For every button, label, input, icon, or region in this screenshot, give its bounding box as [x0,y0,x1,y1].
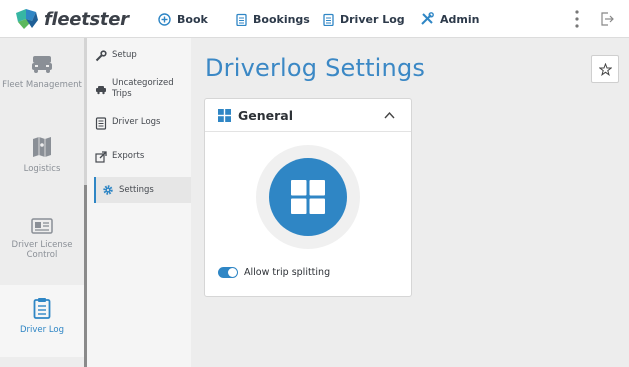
card-header[interactable]: General [205,99,411,132]
cars-icon [32,56,52,73]
subnav-item-exports[interactable]: Exports [94,151,191,163]
nav-driver-log[interactable]: Driver Log [323,10,405,28]
page-title: Driverlog Settings [205,54,426,82]
brand-logo[interactable]: fleetster [14,7,129,31]
nav-book[interactable]: Book [158,10,208,28]
document-icon [95,117,107,130]
grid-icon [291,180,325,214]
sidebar-item-fleet-management[interactable]: Fleet Management [0,54,84,114]
nav-book-label: Book [177,12,208,26]
subnav-item-uncategorized-trips[interactable]: Uncategorized Trips [94,78,191,100]
chevron-up-icon[interactable] [384,111,395,119]
subnav-item-driver-logs[interactable]: Driver Logs [94,117,191,130]
clipboard-icon [236,13,247,26]
sidebar-item-driver-log[interactable]: Driver Log [0,285,84,357]
clipboard-icon [323,13,334,26]
subnav-item-label: Uncategorized Trips [112,78,174,99]
toggle-knob [228,268,237,277]
sidebar-item-label: Logistics [23,164,61,174]
sidebar-item-label: Driver Log [19,325,65,335]
module-icon-badge [269,158,347,236]
tools-icon [421,12,434,25]
export-icon [95,151,107,163]
subnav-item-label: Driver Logs [112,117,161,127]
nav-driver-log-label: Driver Log [340,12,405,26]
map-icon [33,137,51,157]
plus-circle-icon [158,12,171,26]
subnav-item-label: Setup [112,50,137,60]
sub-navigation: Setup Uncategorized Trips Driver Logs Ex… [87,38,191,367]
general-settings-card: General Allow trip splitting [204,98,412,297]
wrench-icon [95,50,107,62]
fleetster-logo-icon [14,7,40,31]
subnav-item-settings[interactable]: Settings [94,177,191,203]
sidebar-item-label: Fleet Management [2,80,82,90]
gear-icon [103,185,113,195]
card-title: General [238,108,293,123]
subnav-item-label: Exports [112,151,145,161]
top-navigation-bar: fleetster Book Bookings Driver Log Admin [0,0,629,38]
star-icon [598,62,612,76]
allow-trip-splitting-toggle[interactable] [218,267,238,278]
main-sidebar: Fleet Management Logistics Driver Licens… [0,38,84,367]
grid-icon [218,109,231,122]
id-card-icon [31,218,53,234]
kebab-menu-icon[interactable] [572,9,582,29]
subnav-item-label: Settings [119,184,154,195]
sidebar-item-driver-license-control[interactable]: Driver License Control [0,218,84,278]
clipboard-icon [33,298,51,319]
nav-admin[interactable]: Admin [420,10,479,28]
car-question-icon [96,86,106,95]
brand-name: fleetster [44,8,129,30]
favorite-button[interactable] [591,55,619,83]
subnav-item-setup[interactable]: Setup [94,50,191,62]
nav-bookings-label: Bookings [253,12,310,26]
logout-icon[interactable] [600,11,614,30]
nav-admin-label: Admin [440,12,480,26]
sidebar-item-label: Driver License Control [11,240,73,260]
allow-trip-splitting-label: Allow trip splitting [244,267,331,278]
sidebar-item-logistics[interactable]: Logistics [0,136,84,186]
nav-bookings[interactable]: Bookings [236,10,310,28]
